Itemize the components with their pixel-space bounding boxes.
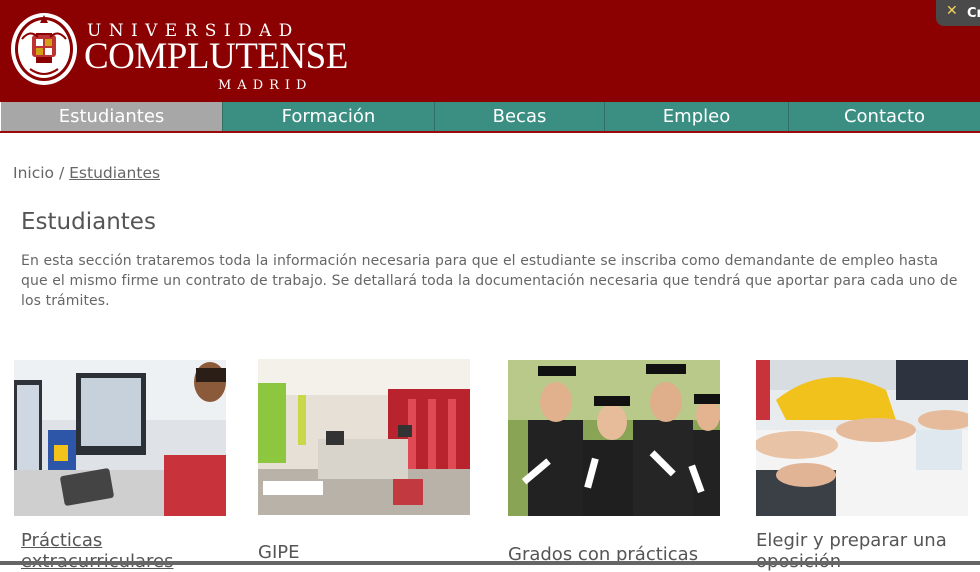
breadcrumb-home[interactable]: Inicio	[13, 164, 54, 182]
university-logo[interactable]: UNIVERSIDAD COMPLUTENSE MADRID	[10, 9, 348, 93]
breadcrumb: Inicio / Estudiantes	[13, 164, 160, 182]
nav-item-empleo[interactable]: Empleo	[604, 102, 788, 131]
card-label-oposicion[interactable]: Elegir y preparar una oposición	[756, 530, 966, 572]
card-label-gipe[interactable]: GIPE	[258, 542, 458, 563]
breadcrumb-current[interactable]: Estudiantes	[69, 164, 160, 182]
card-image-grados[interactable]	[508, 360, 720, 516]
bottom-divider	[0, 561, 980, 565]
cookie-tab-label: Cr	[967, 6, 980, 21]
university-seal-icon	[11, 13, 77, 85]
close-icon[interactable]: ✕	[946, 3, 958, 19]
page-title: Estudiantes	[21, 209, 156, 235]
main-nav: Estudiantes Formación Becas Empleo Conta…	[0, 102, 980, 133]
card-image-practicas[interactable]	[14, 360, 226, 516]
brand-bottom-text: MADRID	[218, 78, 313, 93]
nav-item-becas[interactable]: Becas	[434, 102, 604, 131]
nav-item-estudiantes[interactable]: Estudiantes	[1, 102, 222, 131]
card-image-oposicion[interactable]	[756, 360, 968, 516]
card-image-gipe[interactable]	[258, 359, 470, 515]
cookie-banner-tab[interactable]: ✕ Cr	[936, 0, 980, 26]
nav-item-contacto[interactable]: Contacto	[788, 102, 980, 131]
card-label-practicas[interactable]: Prácticas extracurriculares	[21, 530, 221, 572]
breadcrumb-separator: /	[58, 164, 65, 182]
site-header: UNIVERSIDAD COMPLUTENSE MADRID ✕ Cr	[0, 0, 980, 102]
intro-paragraph: En esta sección trataremos toda la infor…	[21, 253, 958, 309]
brand-main-text: COMPLUTENSE	[84, 36, 348, 77]
nav-item-formacion[interactable]: Formación	[222, 102, 434, 131]
